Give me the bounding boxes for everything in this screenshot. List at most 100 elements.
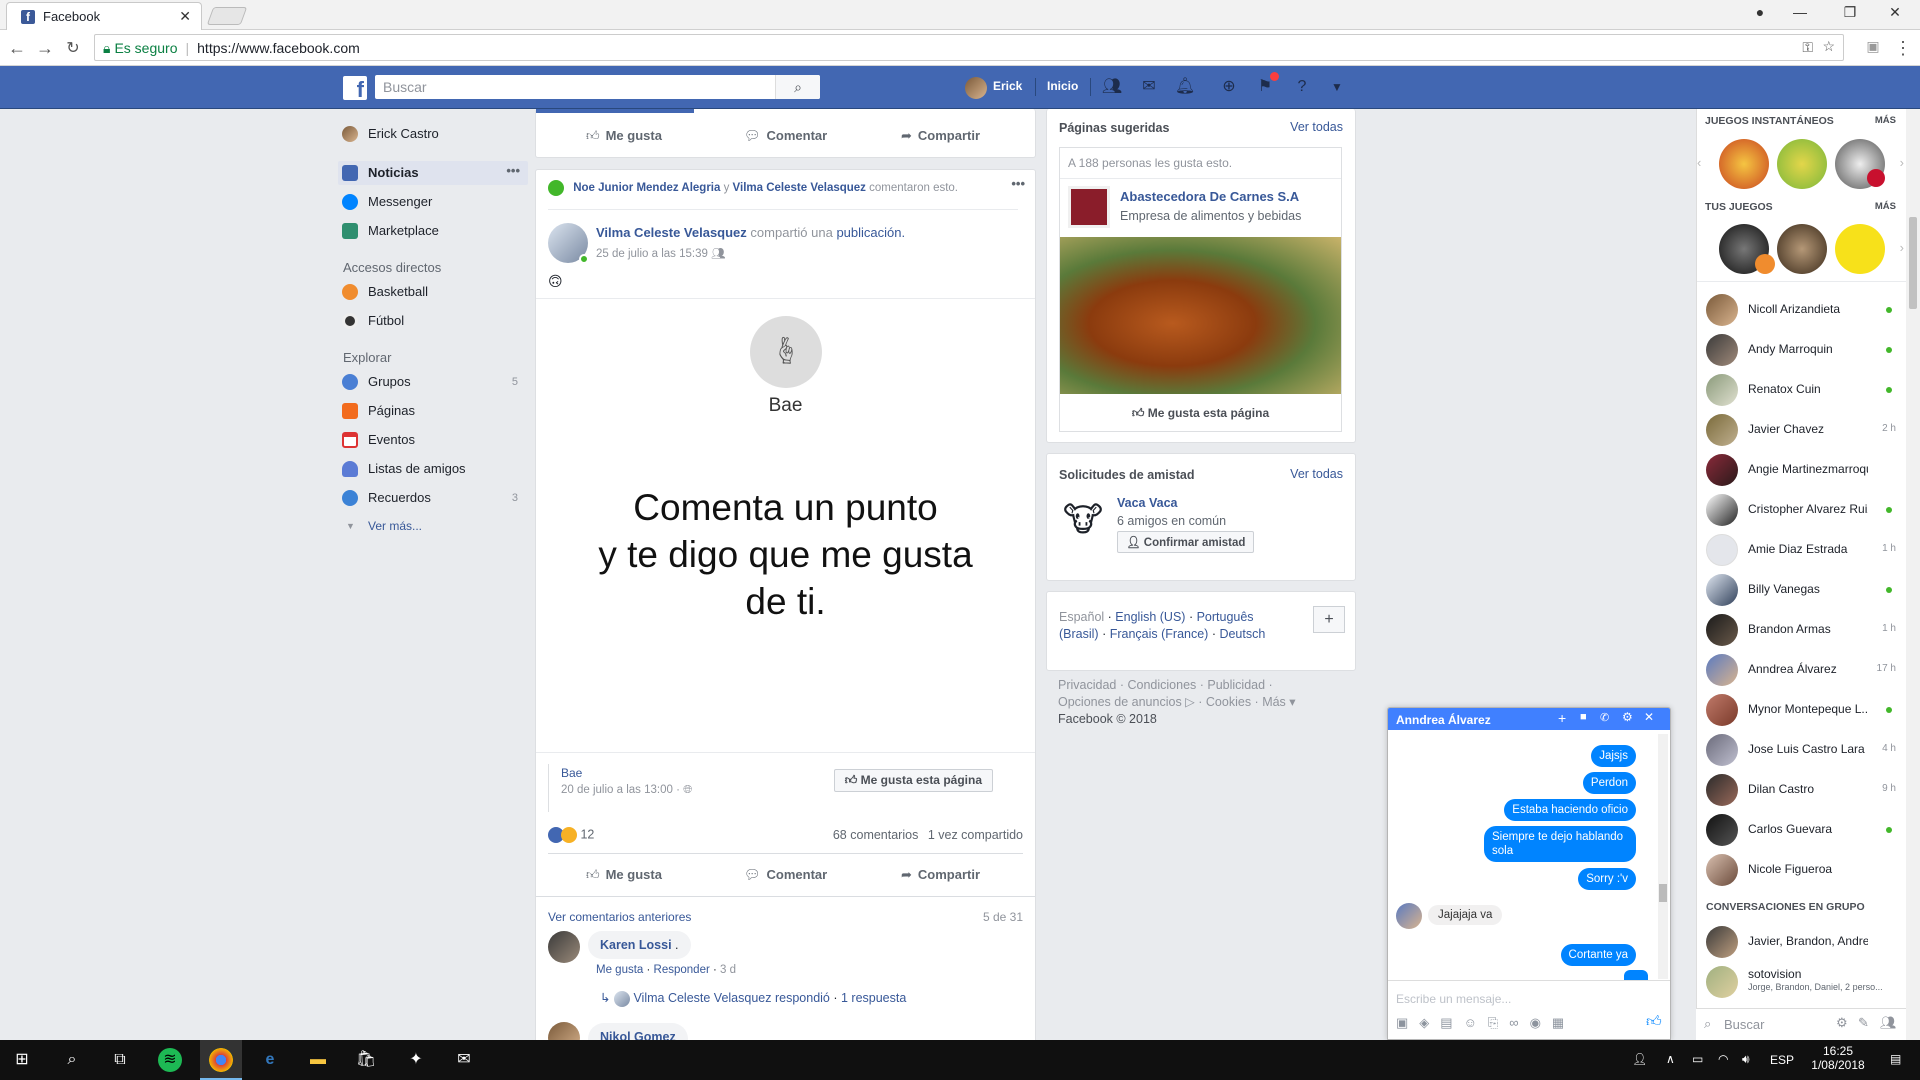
file-explorer-icon[interactable]: ▬: [306, 1048, 330, 1072]
sidebar-item-friend-lists[interactable]: Listas de amigos: [338, 457, 528, 481]
profile-icon[interactable]: ●: [1745, 4, 1775, 20]
comment-reply-link[interactable]: Responder: [654, 964, 710, 976]
comment-button[interactable]: 💬︎ Comentar: [744, 867, 827, 883]
contact-row[interactable]: Dilan Castro 9 h: [1706, 771, 1896, 811]
see-more-link[interactable]: ▼ Ver más...: [338, 514, 528, 538]
clock[interactable]: 16:25 1/08/2018: [1808, 1044, 1868, 1072]
post-options-icon[interactable]: •••: [1011, 176, 1025, 191]
contact-row[interactable]: Mynor Montepeque L...: [1706, 691, 1896, 731]
group-icon[interactable]: 👥︎: [1880, 1015, 1897, 1031]
game-icon[interactable]: [1777, 139, 1827, 189]
menu-icon[interactable]: ⋮: [1892, 38, 1914, 59]
image-icon[interactable]: ▣: [1396, 1015, 1419, 1030]
messenger-header[interactable]: Anndrea Álvarez + ■ ✆ ⚙ ✕: [1388, 708, 1670, 730]
more-games-link[interactable]: MÁS: [1875, 201, 1896, 212]
like-button[interactable]: 👍︎ Me gusta: [586, 867, 662, 883]
chevron-right-icon[interactable]: ›: [1900, 240, 1904, 255]
minimize-button[interactable]: —: [1785, 4, 1815, 20]
app-icon[interactable]: ✦: [404, 1048, 428, 1072]
windows-start-icon[interactable]: ⊞: [10, 1048, 34, 1072]
camera-icon[interactable]: ◉: [1530, 1015, 1552, 1030]
emoji-icon[interactable]: ☺: [1464, 1015, 1488, 1030]
search-icon[interactable]: ⌕: [775, 75, 820, 99]
cow-avatar[interactable]: 🐮︎: [1059, 496, 1107, 544]
reload-icon[interactable]: ↻: [62, 38, 84, 58]
new-tab-button[interactable]: [206, 7, 248, 25]
comment-like-link[interactable]: Me gusta: [596, 964, 643, 976]
back-icon[interactable]: ←: [6, 38, 28, 59]
thumbs-up-send-icon[interactable]: 👍︎: [1646, 1013, 1662, 1031]
chat-search-input[interactable]: Buscar: [1724, 1017, 1764, 1032]
page-cover-image[interactable]: [1060, 237, 1341, 394]
video-call-icon[interactable]: ■: [1580, 711, 1587, 723]
task-view-icon[interactable]: ⧉: [108, 1048, 132, 1072]
language-link[interactable]: Français (France): [1110, 627, 1209, 641]
share-button[interactable]: ➦ Compartir: [901, 867, 980, 883]
store-icon[interactable]: 🛍︎: [354, 1048, 378, 1072]
notifications-icon[interactable]: 🔔︎: [1174, 76, 1196, 98]
footer-link[interactable]: Privacidad: [1058, 678, 1116, 692]
mail-icon[interactable]: ✉: [452, 1048, 476, 1072]
account-menu-icon[interactable]: ▼: [1326, 76, 1348, 98]
see-all-link[interactable]: Ver todas: [1290, 120, 1343, 134]
comments-count-link[interactable]: 68 comentarios: [833, 828, 918, 842]
chevron-left-icon[interactable]: ‹: [1697, 155, 1701, 170]
activity-user-link[interactable]: Noe Junior Mendez Alegria: [573, 182, 720, 194]
avatar[interactable]: [965, 77, 987, 99]
game-icon[interactable]: [1719, 139, 1769, 189]
star-icon[interactable]: ☆: [1822, 38, 1835, 55]
post-author-link[interactable]: Vilma Celeste Velasquez: [596, 225, 747, 240]
page-scrollbar[interactable]: [1906, 109, 1920, 1040]
gear-icon[interactable]: ⚙: [1836, 1015, 1848, 1031]
group-conversation-row[interactable]: sotovision Jorge, Brandon, Daniel, 2 pers…: [1706, 963, 1896, 1003]
avatar[interactable]: [548, 931, 580, 963]
link-icon[interactable]: ∞: [1509, 1015, 1529, 1030]
language-link[interactable]: English (US): [1115, 610, 1185, 624]
url-field[interactable]: 🔒︎ Es seguro | https://www.facebook.com ⚿ ☆: [94, 34, 1844, 61]
game-icon[interactable]: [1835, 224, 1885, 274]
home-link[interactable]: Inicio: [1047, 79, 1078, 93]
sticker-icon[interactable]: ◈: [1419, 1015, 1440, 1030]
messenger-icon[interactable]: ✉: [1138, 76, 1160, 98]
page-logo[interactable]: [1068, 186, 1110, 228]
games-icon[interactable]: ▦: [1552, 1015, 1575, 1030]
messages-scrollbar[interactable]: [1658, 734, 1668, 979]
reactions-summary[interactable]: 12: [548, 827, 594, 843]
help-icon[interactable]: ?: [1291, 76, 1313, 98]
gear-icon[interactable]: ⚙: [1622, 710, 1633, 724]
facebook-logo-icon[interactable]: f: [343, 76, 367, 100]
close-icon[interactable]: ✕: [1644, 710, 1654, 724]
contact-row[interactable]: Jose Luis Castro Lara 4 h: [1706, 731, 1896, 771]
like-page-button[interactable]: 👍︎ Me gusta esta página: [1060, 396, 1341, 430]
browser-tab[interactable]: f Facebook ✕: [6, 2, 202, 30]
sidebar-item-messenger[interactable]: Messenger: [338, 190, 528, 214]
close-tab-icon[interactable]: ✕: [179, 8, 191, 25]
chevron-right-icon[interactable]: ›: [1900, 155, 1904, 170]
game-icon[interactable]: [1777, 224, 1827, 274]
attach-icon[interactable]: ⎘: [1488, 1015, 1509, 1030]
reply-summary[interactable]: ↳ Vilma Celeste Velasquez respondió · 1 …: [600, 990, 906, 1007]
wifi-icon[interactable]: ◠: [1718, 1052, 1728, 1066]
view-previous-comments-link[interactable]: Ver comentarios anteriores: [548, 910, 691, 924]
notification-center-icon[interactable]: ▤: [1890, 1052, 1901, 1066]
contact-row[interactable]: Angie Martinezmarroquin: [1706, 451, 1896, 491]
footer-link[interactable]: Publicidad: [1207, 678, 1265, 692]
shares-count-link[interactable]: 1 vez compartido: [928, 828, 1023, 842]
people-icon[interactable]: 👤︎: [1632, 1052, 1647, 1066]
contact-row[interactable]: Brandon Armas 1 h: [1706, 611, 1896, 651]
comment-button[interactable]: 💬︎ Comentar: [744, 128, 827, 144]
footer-link[interactable]: Cookies: [1206, 695, 1251, 709]
header-user-name[interactable]: Erick: [993, 79, 1022, 93]
gif-icon[interactable]: ▤: [1440, 1015, 1463, 1030]
contact-row[interactable]: Nicole Figueroa: [1706, 851, 1896, 891]
edge-icon[interactable]: e: [258, 1048, 282, 1072]
contact-row[interactable]: Carlos Guevara: [1706, 811, 1896, 851]
activity-user-link[interactable]: Vilma Celeste Velasquez: [733, 182, 866, 194]
key-icon[interactable]: ⚿: [1802, 39, 1813, 56]
battery-icon[interactable]: ▭: [1692, 1052, 1703, 1066]
post-date[interactable]: 25 de julio a las 15:39 👥︎: [596, 246, 726, 260]
contact-row[interactable]: Cristopher Alvarez Ruiz: [1706, 491, 1896, 531]
footer-link[interactable]: Opciones de anuncios: [1058, 695, 1182, 709]
restore-button[interactable]: ❐: [1835, 4, 1865, 21]
new-message-icon[interactable]: ✎: [1858, 1015, 1869, 1031]
